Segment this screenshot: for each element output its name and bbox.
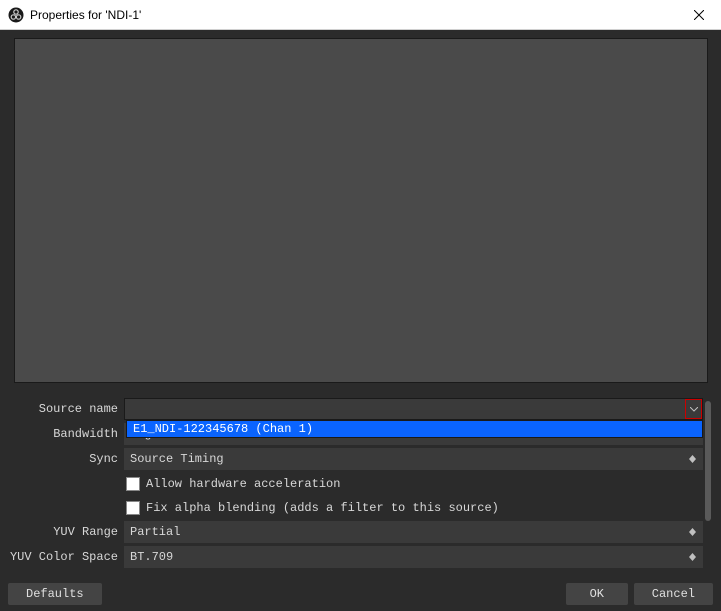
row-yuv-range: YUV Range Partial bbox=[8, 520, 703, 544]
yuv-cs-value: BT.709 bbox=[130, 546, 173, 568]
ok-button[interactable]: OK bbox=[566, 583, 628, 605]
row-fix-alpha: Fix alpha blending (adds a filter to thi… bbox=[126, 496, 703, 520]
cancel-button[interactable]: Cancel bbox=[634, 583, 713, 605]
hw-accel-checkbox[interactable] bbox=[126, 477, 140, 491]
row-sync: Sync Source Timing bbox=[8, 447, 703, 471]
spinner-icon[interactable] bbox=[683, 548, 701, 566]
yuv-range-value: Partial bbox=[130, 521, 180, 543]
source-name-select[interactable] bbox=[124, 398, 703, 420]
label-yuv-cs: YUV Color Space bbox=[8, 550, 124, 564]
yuv-range-select[interactable]: Partial bbox=[124, 521, 703, 543]
properties-form: Source name E1_NDI-122345678 (Chan 1) Ba… bbox=[8, 397, 713, 569]
yuv-cs-select[interactable]: BT.709 bbox=[124, 546, 703, 568]
spinner-icon[interactable] bbox=[683, 450, 701, 468]
spinner-icon[interactable] bbox=[683, 523, 701, 541]
label-yuv-range: YUV Range bbox=[8, 525, 124, 539]
source-name-dropdown: E1_NDI-122345678 (Chan 1) bbox=[126, 420, 703, 438]
dialog-body: Source name E1_NDI-122345678 (Chan 1) Ba… bbox=[0, 30, 721, 611]
row-hw-accel: Allow hardware acceleration bbox=[126, 472, 703, 496]
label-source-name: Source name bbox=[8, 402, 124, 416]
fix-alpha-label: Fix alpha blending (adds a filter to thi… bbox=[146, 501, 499, 515]
form-scrollbar[interactable] bbox=[705, 397, 711, 569]
row-yuv-cs: YUV Color Space BT.709 bbox=[8, 545, 703, 569]
defaults-button[interactable]: Defaults bbox=[8, 583, 102, 605]
obs-icon bbox=[8, 7, 24, 23]
sync-select[interactable]: Source Timing bbox=[124, 448, 703, 470]
hw-accel-label: Allow hardware acceleration bbox=[146, 477, 340, 491]
dropdown-option[interactable]: E1_NDI-122345678 (Chan 1) bbox=[127, 421, 702, 437]
sync-value: Source Timing bbox=[130, 448, 224, 470]
footer: Defaults OK Cancel bbox=[8, 583, 713, 605]
row-source-name: Source name bbox=[8, 397, 703, 421]
label-sync: Sync bbox=[8, 452, 124, 466]
fix-alpha-checkbox[interactable] bbox=[126, 501, 140, 515]
scrollbar-thumb[interactable] bbox=[705, 401, 711, 521]
preview-area bbox=[14, 38, 708, 383]
chevron-down-icon[interactable] bbox=[685, 399, 702, 419]
close-button[interactable] bbox=[676, 0, 721, 30]
titlebar: Properties for 'NDI-1' bbox=[0, 0, 721, 30]
window-title: Properties for 'NDI-1' bbox=[30, 8, 141, 22]
label-bandwidth: Bandwidth bbox=[8, 427, 124, 441]
